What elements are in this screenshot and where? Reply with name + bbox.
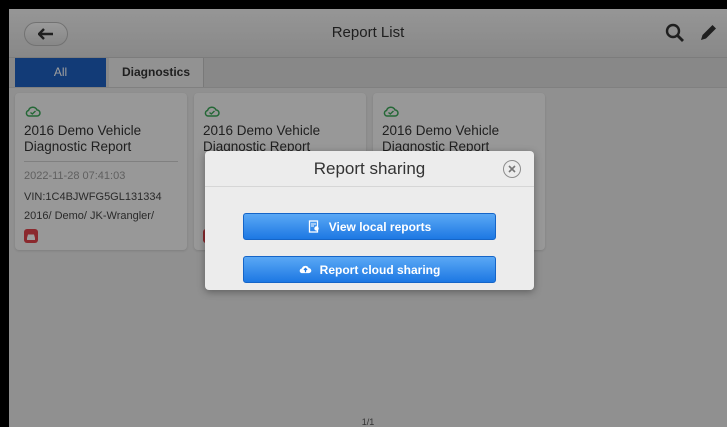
close-button[interactable] bbox=[503, 160, 521, 178]
button-label: Report cloud sharing bbox=[319, 262, 441, 277]
app-screen: Report List All Diagnostics 2016 Demo Ve… bbox=[9, 9, 727, 427]
local-report-icon bbox=[308, 220, 321, 233]
cloud-upload-icon bbox=[299, 263, 312, 276]
dialog-title: Report sharing bbox=[313, 159, 426, 178]
button-label: View local reports bbox=[328, 219, 432, 234]
dialog-divider bbox=[205, 186, 534, 187]
close-icon bbox=[508, 165, 516, 173]
view-local-reports-button[interactable]: View local reports bbox=[243, 213, 496, 240]
report-sharing-dialog: Report sharing View local reports Report… bbox=[205, 151, 534, 290]
report-cloud-sharing-button[interactable]: Report cloud sharing bbox=[243, 256, 496, 283]
